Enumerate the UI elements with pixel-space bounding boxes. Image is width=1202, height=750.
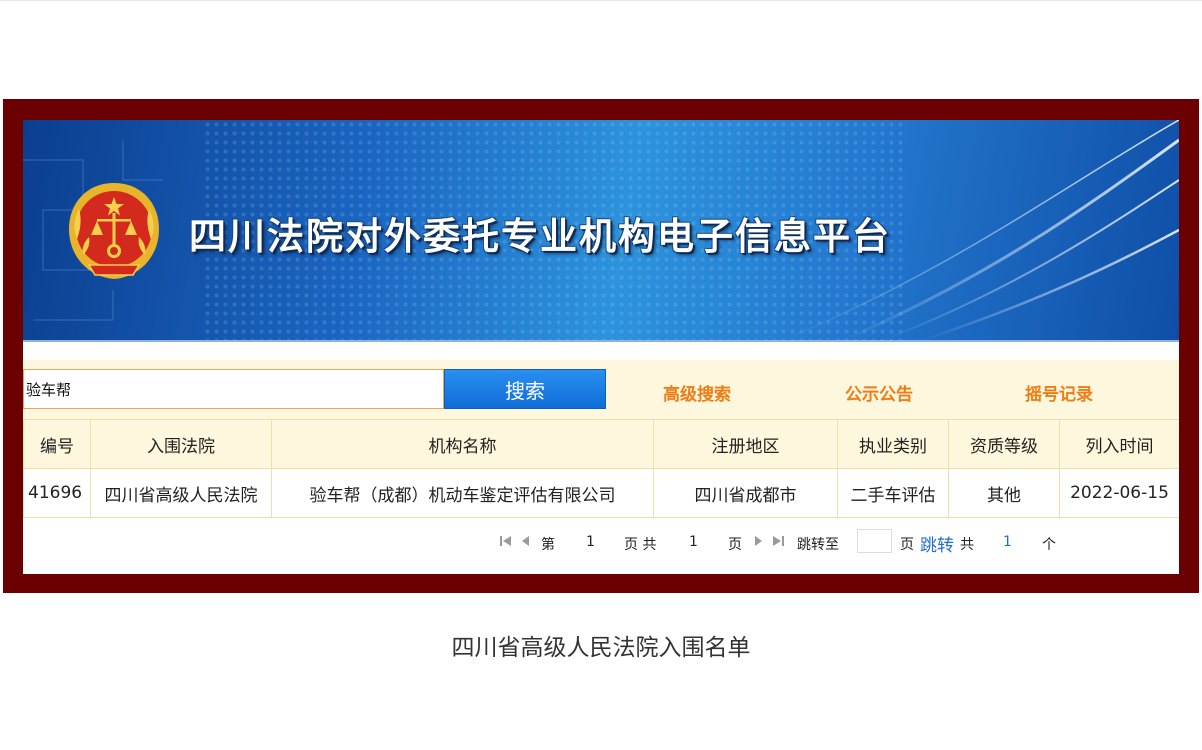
jump-page-input[interactable] [857,529,892,553]
column-header-category: 执业类别 [837,419,949,469]
total-prefix-label: 共 [960,537,974,553]
advanced-search-link[interactable]: 高级搜索 [663,380,731,405]
total-pages: 1 [689,534,698,550]
total-count: 1 [1003,534,1012,550]
column-header-name: 机构名称 [271,419,654,469]
page-unit-label: 页 [728,537,742,553]
current-page: 1 [586,534,595,550]
search-button[interactable]: 搜索 [444,369,606,409]
column-header-court: 入围法院 [90,419,272,469]
lottery-records-link[interactable]: 摇号记录 [1025,380,1093,405]
jump-to-label: 跳转至 [797,537,839,553]
cell-category: 二手车评估 [837,468,949,518]
cell-court: 四川省高级人民法院 [90,468,272,518]
results-table: 编号 入围法院 机构名称 注册地区 执业类别 资质等级 列入时间 41696 四… [23,419,1179,518]
last-page-icon[interactable] [771,534,785,548]
court-emblem-icon [69,183,159,279]
column-header-id: 编号 [23,419,91,469]
cell-level: 其他 [948,468,1060,518]
previous-page-icon[interactable] [521,534,531,548]
image-caption: 四川省高级人民法院入围名单 [451,635,751,661]
count-unit-label: 个 [1042,537,1056,553]
column-header-date: 列入时间 [1059,419,1179,469]
table-header-row: 编号 入围法院 机构名称 注册地区 执业类别 资质等级 列入时间 [23,419,1179,469]
jump-button[interactable]: 跳转 [920,531,954,556]
banner-divider [23,340,1179,342]
cell-institution-name[interactable]: 验车帮（成都）机动车鉴定评估有限公司 [271,468,654,518]
screenshot-frame: 四川法院对外委托专业机构电子信息平台 搜索 高级搜索 公示公告 摇号记录 [3,99,1199,593]
page-label: 页 [900,537,914,553]
search-input[interactable] [23,369,444,409]
first-page-icon[interactable] [499,534,513,548]
cell-region: 四川省成都市 [653,468,838,518]
platform-title: 四川法院对外委托专业机构电子信息平台 [189,215,891,258]
pagination: 第 1 页 共 1 页 跳转至 页 跳转 共 1 个 [23,517,1179,574]
header-banner: 四川法院对外委托专业机构电子信息平台 [23,120,1179,340]
cell-id: 41696 [23,468,91,518]
top-divider [0,0,1202,1]
search-bar: 搜索 高级搜索 公示公告 摇号记录 [23,360,1179,419]
next-page-icon[interactable] [753,534,763,548]
column-header-level: 资质等级 [948,419,1060,469]
column-header-region: 注册地区 [653,419,838,469]
page-prefix-label: 第 [541,537,555,553]
table-row[interactable]: 41696 四川省高级人民法院 验车帮（成都）机动车鉴定评估有限公司 四川省成都… [23,468,1179,518]
page-total-label: 页 共 [624,537,657,553]
public-notice-link[interactable]: 公示公告 [845,380,913,405]
cell-date: 2022-06-15 [1059,468,1179,518]
platform-page: 四川法院对外委托专业机构电子信息平台 搜索 高级搜索 公示公告 摇号记录 [23,120,1179,574]
